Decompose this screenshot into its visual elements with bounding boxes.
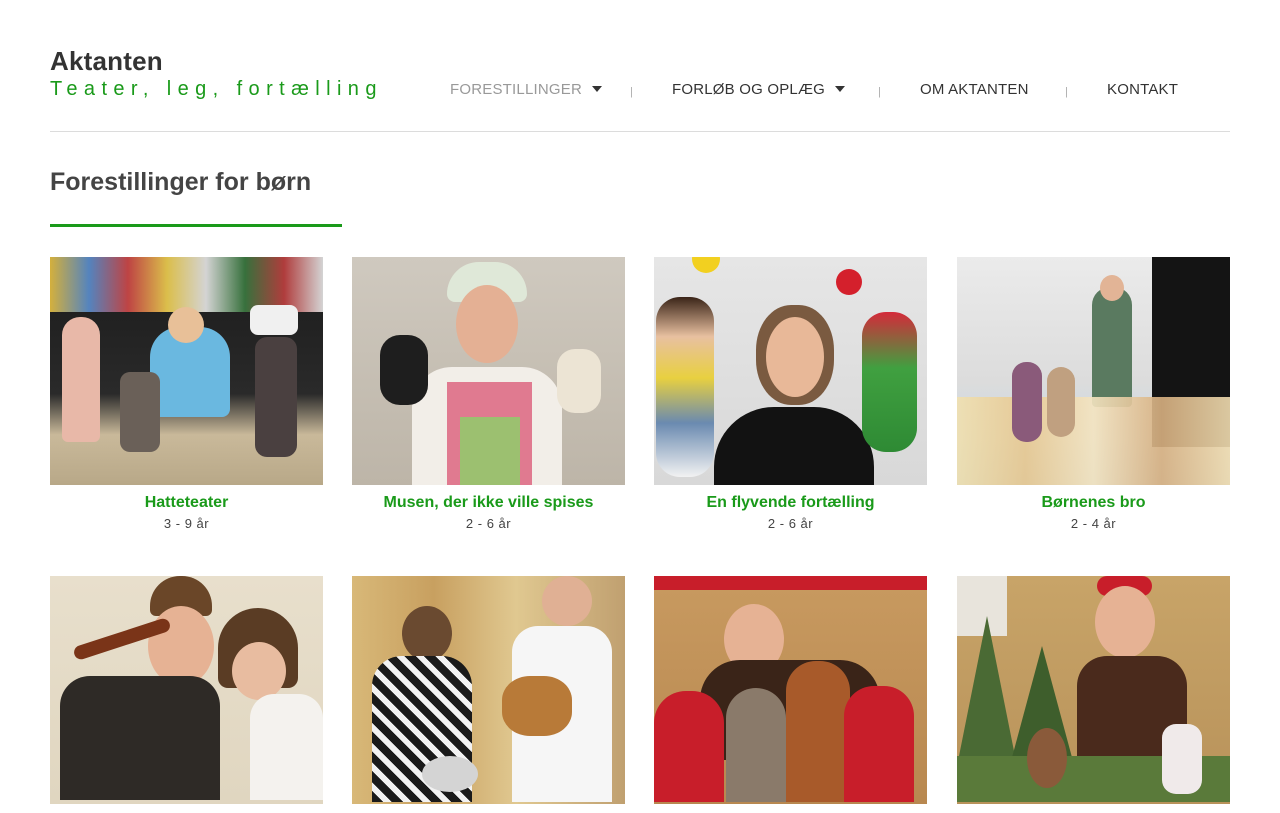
show-card[interactable] bbox=[352, 576, 625, 813]
show-title[interactable]: Hatteteater bbox=[50, 494, 323, 512]
nav-separator: | bbox=[878, 86, 881, 98]
show-photo[interactable] bbox=[654, 576, 927, 804]
show-photo[interactable] bbox=[50, 257, 323, 485]
site-tagline: Teater, leg, fortælling bbox=[50, 78, 383, 100]
show-photo[interactable] bbox=[50, 576, 323, 804]
show-photo[interactable] bbox=[352, 257, 625, 485]
show-age-range: 2 - 6 år bbox=[465, 516, 512, 531]
show-age-range: 3 - 9 år bbox=[163, 516, 210, 531]
nav-separator: | bbox=[630, 86, 633, 98]
show-title[interactable]: Musen, der ikke ville spises bbox=[352, 494, 625, 512]
show-title[interactable]: Børnenes bro bbox=[957, 494, 1230, 512]
show-card-hatteteater[interactable]: Hatteteater 3 - 9 år bbox=[50, 257, 323, 531]
site-title[interactable]: Aktanten bbox=[50, 46, 163, 77]
chevron-down-icon bbox=[592, 86, 602, 92]
show-photo[interactable] bbox=[352, 576, 625, 804]
chevron-down-icon bbox=[835, 86, 846, 92]
show-photo[interactable] bbox=[957, 576, 1230, 804]
nav-item-label: OM AKTANTEN bbox=[920, 81, 1029, 98]
show-age-range: 2 - 4 år bbox=[1070, 516, 1117, 531]
nav-separator: | bbox=[1065, 86, 1068, 98]
show-title[interactable]: En flyvende fortælling bbox=[654, 494, 927, 512]
nav-item-label: KONTAKT bbox=[1107, 81, 1179, 98]
show-age-range: 2 - 6 år bbox=[767, 516, 814, 531]
show-card-musen[interactable]: Musen, der ikke ville spises 2 - 6 år bbox=[352, 257, 625, 531]
nav-item-label: FORESTILLINGER bbox=[450, 81, 582, 98]
site-header: Aktanten Teater, leg, fortælling bbox=[50, 0, 1230, 132]
nav-item-om-aktanten[interactable]: OM AKTANTEN bbox=[920, 81, 1029, 98]
page-title: Forestillinger for børn bbox=[50, 168, 312, 196]
nav-item-forloeb[interactable]: FORLØB OG OPLÆG bbox=[672, 81, 846, 98]
show-card[interactable] bbox=[50, 576, 323, 813]
show-card-boernenes-bro[interactable]: Børnenes bro 2 - 4 år bbox=[957, 257, 1230, 531]
show-photo[interactable] bbox=[654, 257, 927, 485]
show-card-flyvende[interactable]: En flyvende fortælling 2 - 6 år bbox=[654, 257, 927, 531]
nav-item-label: FORLØB OG OPLÆG bbox=[672, 81, 826, 98]
nav-item-forestillinger[interactable]: FORESTILLINGER bbox=[450, 81, 602, 98]
show-card[interactable] bbox=[654, 576, 927, 813]
show-photo[interactable] bbox=[957, 257, 1230, 485]
heading-underline bbox=[50, 224, 342, 227]
show-card[interactable] bbox=[957, 576, 1230, 813]
nav-item-kontakt[interactable]: KONTAKT bbox=[1107, 81, 1178, 98]
